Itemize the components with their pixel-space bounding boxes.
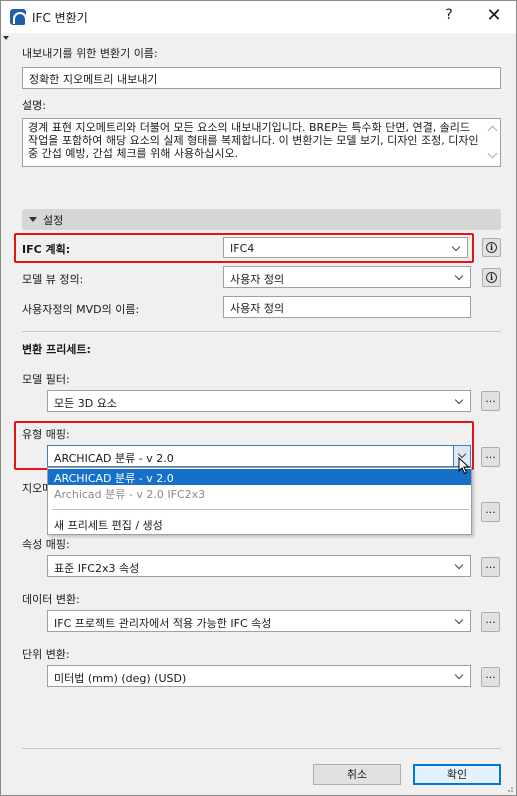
property-mapping-select[interactable]: 표준 IFC2x3 속성 — [47, 555, 471, 577]
unit-conversion-value: 미터법 (mm) (deg) (USD) — [54, 672, 187, 685]
resize-grip-icon[interactable] — [504, 783, 514, 793]
unit-conversion-edit-button[interactable]: ... — [481, 667, 500, 687]
data-conversion-label: 데이터 변환: — [22, 593, 80, 606]
model-view-select[interactable]: 사용자 정의 — [223, 266, 471, 288]
type-mapping-value: ARCHICAD 분류 - v 2.0 — [54, 452, 174, 465]
ifc-schema-info-button[interactable]: i — [482, 238, 501, 257]
dropdown-option[interactable]: 새 프리세트 편집 / 생성 — [48, 516, 471, 532]
unit-conversion-label: 단위 변환: — [22, 648, 70, 661]
settings-section-label: 설정 — [43, 214, 64, 227]
translator-name-input[interactable]: 정확한 지오메트리 내보내기 — [22, 67, 501, 89]
custom-mvd-input[interactable]: 사용자 정의 — [223, 296, 471, 318]
translator-name-label: 내보내기를 위한 변환기 이름: — [22, 47, 158, 60]
property-mapping-edit-button[interactable]: ... — [481, 557, 500, 577]
dropdown-option[interactable]: ARCHICAD 분류 - v 2.0 — [48, 469, 471, 485]
type-mapping-dropdown-list: ARCHICAD 분류 - v 2.0 Archicad 분류 - v 2.0 … — [47, 467, 472, 535]
data-conversion-value: IFC 프로젝트 관리자에서 적용 가능한 IFC 속성 — [54, 617, 272, 630]
settings-section-header[interactable]: 설정 — [22, 209, 501, 230]
triangle-down-icon — [29, 217, 37, 222]
description-label: 설명: — [22, 99, 46, 112]
data-conversion-select[interactable]: IFC 프로젝트 관리자에서 적용 가능한 IFC 속성 — [47, 610, 471, 632]
window-title: IFC 변환기 — [32, 11, 88, 25]
scroll-down-icon[interactable] — [487, 148, 498, 159]
info-icon: i — [486, 272, 497, 283]
info-icon: i — [486, 242, 497, 253]
ifc-schema-value: IFC4 — [230, 242, 255, 255]
property-mapping-value: 표준 IFC2x3 속성 — [54, 562, 140, 575]
chevron-down-icon — [454, 395, 464, 405]
title-bar: IFC 변환기 ? ✕ — [1, 1, 516, 33]
description-textarea[interactable]: 경계 표현 지오메트리와 더불어 모든 요소의 내보내기입니다. BREP는 특… — [22, 118, 501, 167]
type-mapping-label: 유형 매핑: — [22, 428, 70, 441]
custom-mvd-label: 사용자정의 MVD의 이름: — [22, 303, 140, 316]
ok-button[interactable]: 확인 — [413, 764, 501, 785]
presets-heading: 변환 프리세트: — [22, 343, 91, 356]
type-mapping-edit-button[interactable]: ... — [481, 447, 500, 467]
model-view-info-button[interactable]: i — [482, 268, 501, 287]
model-filter-value: 모든 3D 요소 — [54, 397, 117, 410]
property-mapping-label: 속성 매핑: — [22, 538, 70, 551]
ifc-schema-label: IFC 계획: — [22, 243, 71, 256]
model-view-label: 모델 뷰 정의: — [22, 273, 84, 286]
description-text: 경계 표현 지오메트리와 더불어 모든 요소의 내보내기입니다. BREP는 특… — [28, 121, 479, 160]
model-view-value: 사용자 정의 — [230, 273, 285, 286]
data-conversion-edit-button[interactable]: ... — [481, 612, 500, 632]
close-button[interactable]: ✕ — [486, 5, 502, 26]
mouse-pointer-icon — [458, 457, 470, 475]
scroll-up-icon[interactable] — [487, 125, 498, 136]
chevron-down-icon — [454, 670, 464, 680]
chevron-down-icon — [454, 615, 464, 625]
type-mapping-select[interactable]: ARCHICAD 분류 - v 2.0 — [47, 445, 471, 467]
ifc-schema-select[interactable]: IFC4 — [223, 237, 468, 258]
model-filter-edit-button[interactable]: ... — [481, 391, 500, 411]
chevron-down-icon — [451, 242, 461, 252]
divider — [22, 331, 501, 332]
geometry-edit-button[interactable]: ... — [481, 502, 500, 522]
cancel-button[interactable]: 취소 — [313, 764, 401, 785]
dropdown-option[interactable]: Archicad 분류 - v 2.0 IFC2x3 — [48, 485, 471, 501]
model-filter-label: 모델 필터: — [22, 373, 70, 386]
help-button[interactable]: ? — [441, 7, 457, 23]
chevron-down-icon — [454, 560, 464, 570]
dropdown-separator — [52, 509, 469, 510]
unit-conversion-select[interactable]: 미터법 (mm) (deg) (USD) — [47, 665, 471, 687]
collapse-arrow-icon — [3, 36, 9, 40]
model-filter-select[interactable]: 모든 3D 요소 — [47, 390, 471, 412]
ifc-translator-dialog: IFC 변환기 ? ✕ 내보내기를 위한 변환기 이름: 정확한 지오메트리 내… — [0, 0, 517, 796]
divider — [22, 748, 501, 749]
chevron-down-icon — [454, 271, 464, 281]
archicad-app-icon — [10, 9, 27, 25]
